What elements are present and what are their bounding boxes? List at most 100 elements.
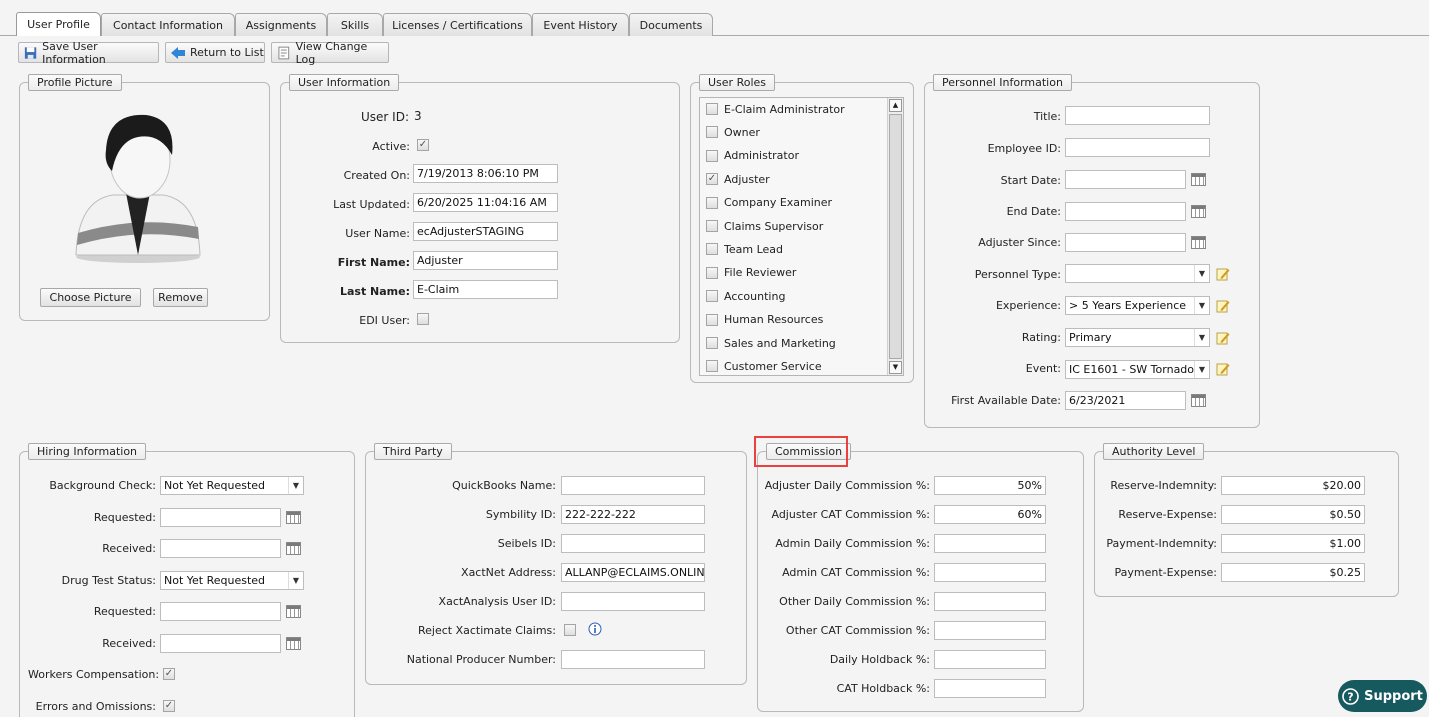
- role-item[interactable]: Human Resources: [706, 312, 823, 328]
- commission-field[interactable]: [934, 650, 1046, 669]
- bg-received-field[interactable]: [160, 539, 281, 558]
- title-field[interactable]: [1065, 106, 1210, 125]
- roles-scrollbar[interactable]: ▲ ▼: [887, 98, 903, 375]
- role-checkbox[interactable]: [706, 360, 718, 373]
- role-checkbox[interactable]: ✓: [706, 173, 718, 186]
- role-item[interactable]: File Reviewer: [706, 265, 796, 281]
- authority-field[interactable]: $1.00: [1221, 534, 1365, 553]
- tab-licenses[interactable]: Licenses / Certifications: [383, 13, 532, 36]
- username-field[interactable]: ecAdjusterSTAGING: [413, 222, 558, 241]
- drug-requested-calendar-icon[interactable]: [286, 605, 301, 618]
- role-item[interactable]: Company Examiner: [706, 195, 832, 211]
- role-item[interactable]: E-Claim Administrator: [706, 101, 845, 117]
- save-user-button[interactable]: Save User Information: [18, 40, 159, 66]
- tab-skills[interactable]: Skills: [327, 13, 383, 36]
- bg-requested-calendar-icon[interactable]: [286, 511, 301, 524]
- seibels-id-field[interactable]: [561, 534, 705, 553]
- drug-received-calendar-icon[interactable]: [286, 637, 301, 650]
- role-checkbox[interactable]: [706, 196, 718, 209]
- role-checkbox[interactable]: [706, 149, 718, 162]
- role-checkbox[interactable]: [706, 103, 718, 115]
- active-checkbox[interactable]: ✓: [417, 139, 429, 151]
- last-name-field[interactable]: E-Claim: [413, 280, 558, 299]
- view-change-log-button[interactable]: View Change Log: [271, 40, 389, 66]
- xactnet-address-field[interactable]: ALLANP@ECLAIMS.ONLINE.T: [561, 563, 705, 582]
- remove-picture-button[interactable]: Remove: [153, 288, 208, 307]
- role-checkbox[interactable]: [706, 290, 718, 303]
- employee-id-label: Employee ID:: [987, 142, 1061, 155]
- scroll-thumb[interactable]: [889, 114, 902, 359]
- drug-test-select[interactable]: Not Yet Requested ▼: [160, 571, 304, 590]
- quickbooks-name-field[interactable]: [561, 476, 705, 495]
- errors-omissions-checkbox[interactable]: ✓: [163, 700, 175, 712]
- employee-id-field[interactable]: [1065, 138, 1210, 157]
- reject-xactimate-checkbox[interactable]: [564, 624, 576, 636]
- drug-received-field[interactable]: [160, 634, 281, 653]
- role-item[interactable]: Accounting: [706, 288, 785, 304]
- first-available-date-field[interactable]: 6/23/2021: [1065, 391, 1186, 410]
- national-producer-field[interactable]: [561, 650, 705, 669]
- choose-picture-button[interactable]: Choose Picture: [40, 288, 141, 307]
- bg-requested-field[interactable]: [160, 508, 281, 527]
- role-checkbox[interactable]: [706, 220, 718, 232]
- role-item[interactable]: Owner: [706, 124, 760, 140]
- edit-rating-icon[interactable]: [1216, 331, 1230, 345]
- drug-requested-field[interactable]: [160, 602, 281, 621]
- authority-field[interactable]: $0.25: [1221, 563, 1365, 582]
- tab-event-history[interactable]: Event History: [532, 13, 629, 36]
- support-button[interactable]: ? Support: [1338, 680, 1427, 712]
- personnel-type-select[interactable]: ▼: [1065, 264, 1210, 283]
- role-item[interactable]: Team Lead: [706, 241, 783, 257]
- info-icon[interactable]: [588, 622, 602, 636]
- bg-received-calendar-icon[interactable]: [286, 542, 301, 555]
- role-item[interactable]: Claims Supervisor: [706, 218, 823, 234]
- first-name-field[interactable]: Adjuster: [413, 251, 558, 270]
- scroll-up-icon[interactable]: ▲: [889, 99, 902, 112]
- commission-field[interactable]: [934, 592, 1046, 611]
- role-checkbox[interactable]: [706, 243, 718, 256]
- role-checkbox[interactable]: [706, 266, 718, 279]
- commission-field[interactable]: 50%: [934, 476, 1046, 495]
- first-available-calendar-icon[interactable]: [1191, 394, 1206, 407]
- rating-select[interactable]: Primary ▼: [1065, 328, 1210, 347]
- personnel-information-legend: Personnel Information: [933, 74, 1072, 91]
- authority-field[interactable]: $0.50: [1221, 505, 1365, 524]
- commission-field[interactable]: [934, 679, 1046, 698]
- role-item[interactable]: Customer Service: [706, 358, 822, 374]
- edit-event-icon[interactable]: [1216, 362, 1230, 376]
- tab-documents[interactable]: Documents: [629, 13, 713, 36]
- role-checkbox[interactable]: [706, 313, 718, 326]
- scroll-down-icon[interactable]: ▼: [889, 361, 902, 374]
- commission-field[interactable]: 60%: [934, 505, 1046, 524]
- authority-field[interactable]: $20.00: [1221, 476, 1365, 495]
- commission-field[interactable]: [934, 621, 1046, 640]
- tab-user-profile[interactable]: User Profile: [16, 12, 101, 36]
- edit-experience-icon[interactable]: [1216, 299, 1230, 313]
- workers-comp-checkbox[interactable]: ✓: [163, 668, 175, 680]
- edit-personnel-type-icon[interactable]: [1216, 267, 1230, 281]
- tab-contact-information[interactable]: Contact Information: [101, 13, 235, 36]
- role-checkbox[interactable]: [706, 126, 718, 139]
- return-to-list-button[interactable]: Return to List: [165, 42, 265, 63]
- role-item[interactable]: Administrator: [706, 148, 799, 164]
- start-date-field[interactable]: [1065, 170, 1186, 189]
- last-updated-field[interactable]: 6/20/2025 11:04:16 AM: [413, 193, 558, 212]
- event-select[interactable]: IC E1601 - SW Tornado ▼: [1065, 360, 1210, 379]
- role-checkbox[interactable]: [706, 337, 718, 349]
- adjuster-since-field[interactable]: [1065, 233, 1186, 252]
- xactanalysis-id-field[interactable]: [561, 592, 705, 611]
- created-on-field[interactable]: 7/19/2013 8:06:10 PM: [413, 164, 558, 183]
- role-item[interactable]: Sales and Marketing: [706, 335, 836, 351]
- symbility-id-field[interactable]: 222-222-222: [561, 505, 705, 524]
- background-check-select[interactable]: Not Yet Requested ▼: [160, 476, 304, 495]
- commission-field[interactable]: [934, 563, 1046, 582]
- edi-user-checkbox[interactable]: [417, 313, 429, 325]
- tab-assignments[interactable]: Assignments: [235, 13, 327, 36]
- experience-select[interactable]: > 5 Years Experience ▼: [1065, 296, 1210, 315]
- end-date-field[interactable]: [1065, 202, 1186, 221]
- start-date-calendar-icon[interactable]: [1191, 173, 1206, 186]
- adjuster-since-calendar-icon[interactable]: [1191, 236, 1206, 249]
- end-date-calendar-icon[interactable]: [1191, 205, 1206, 218]
- role-item[interactable]: ✓ Adjuster: [706, 171, 770, 187]
- commission-field[interactable]: [934, 534, 1046, 553]
